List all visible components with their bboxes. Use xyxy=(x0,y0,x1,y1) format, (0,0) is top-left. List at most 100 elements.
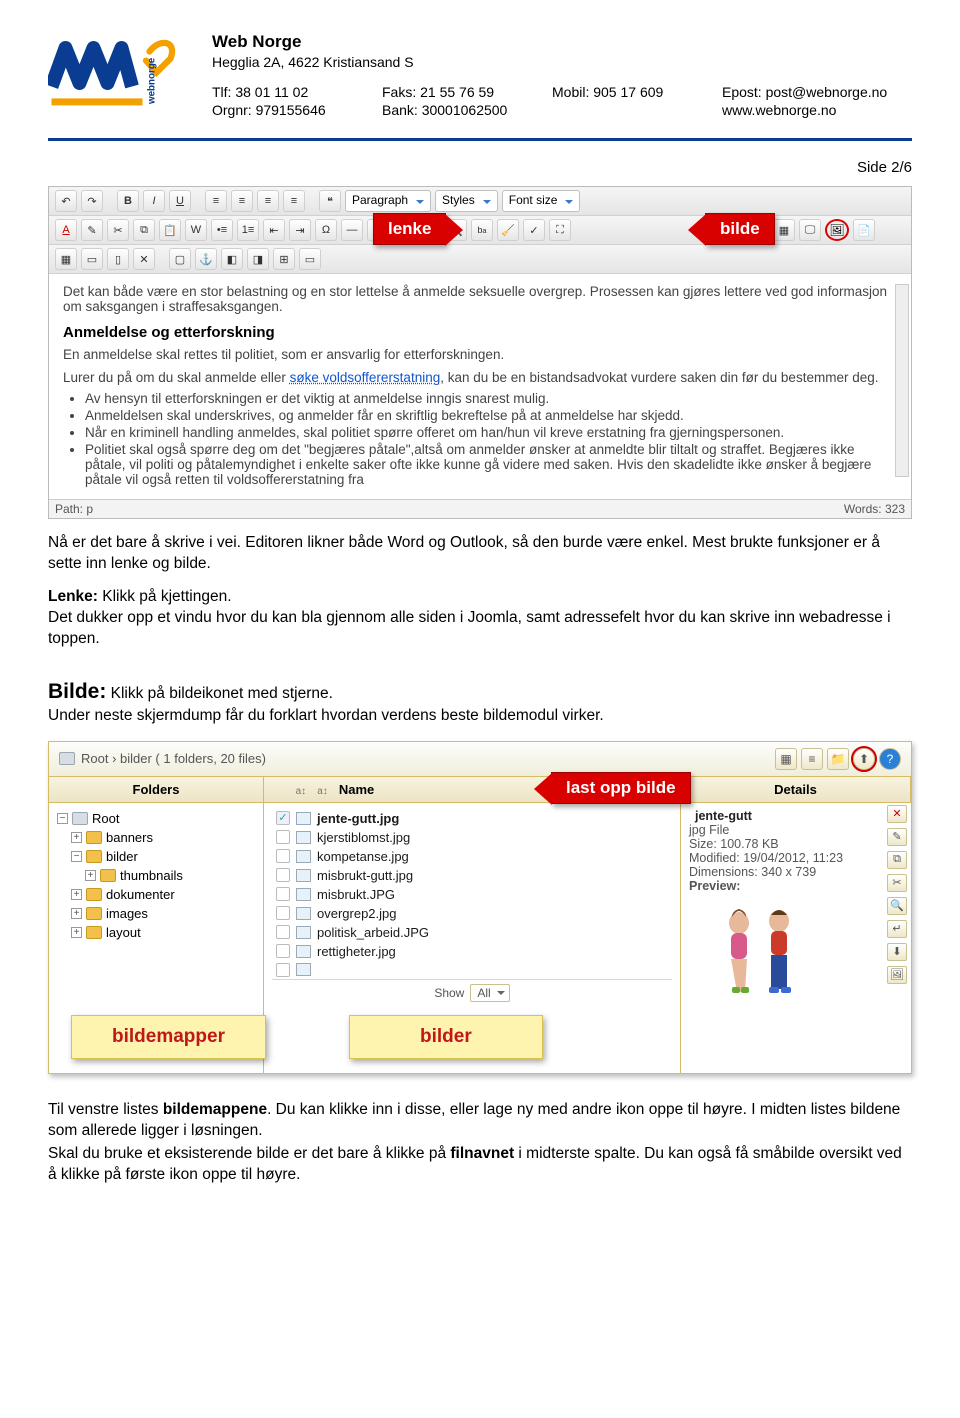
zoom-icon[interactable]: 🔍 xyxy=(887,897,907,915)
table-row-icon[interactable]: ▭ xyxy=(81,248,103,270)
file-row[interactable]: overgrep2.jpg xyxy=(272,904,672,923)
outdent-icon[interactable]: ⇤ xyxy=(263,219,285,241)
editor-inline-link[interactable]: søke voldsoffererstatning xyxy=(290,370,441,385)
file-row[interactable]: politisk_arbeid.JPG xyxy=(272,923,672,942)
template-icon[interactable]: ⊞ xyxy=(273,248,295,270)
fontsize-dropdown[interactable]: Font size xyxy=(502,190,581,212)
blockquote-icon[interactable]: ❝ xyxy=(319,190,341,212)
view-grid-icon[interactable]: ▦ xyxy=(775,748,797,770)
help-icon[interactable]: ? xyxy=(879,748,901,770)
contact-epost: Epost: post@webnorge.no xyxy=(722,84,912,100)
file-row[interactable]: kjerstiblomst.jpg xyxy=(272,828,672,847)
editor-content-area[interactable]: Det kan både være en stor belastning og … xyxy=(49,274,911,499)
checkbox-icon[interactable] xyxy=(276,830,290,844)
tree-dokumenter[interactable]: +dokumenter xyxy=(57,885,255,904)
tree-images[interactable]: +images xyxy=(57,904,255,923)
preview-icon[interactable]: ◨ xyxy=(247,248,269,270)
fullscreen-icon[interactable]: ⛶ xyxy=(549,219,571,241)
table-col-icon[interactable]: ▯ xyxy=(107,248,129,270)
file-row[interactable]: misbrukt-gutt.jpg xyxy=(272,866,672,885)
editor-scrollbar[interactable] xyxy=(895,284,909,477)
body-text-block-2: Bilde: Klikk på bildeikonet med stjerne.… xyxy=(48,678,912,727)
div-icon[interactable]: ▭ xyxy=(299,248,321,270)
copy-icon[interactable]: ⧉ xyxy=(887,851,907,869)
paragraph-dropdown[interactable]: Paragraph xyxy=(345,190,431,212)
table-insert-icon[interactable]: ▦ xyxy=(55,248,77,270)
forecolor-icon[interactable]: A xyxy=(55,219,77,241)
align-right-icon[interactable]: ≡ xyxy=(257,190,279,212)
thumb-icon xyxy=(296,907,311,920)
letterhead-text: Web Norge Hegglia 2A, 4622 Kristiansand … xyxy=(212,28,912,118)
file-row[interactable]: kompetanse.jpg xyxy=(272,847,672,866)
align-justify-icon[interactable]: ≡ xyxy=(283,190,305,212)
detail-filename: jente-gutt xyxy=(695,809,752,823)
redo-icon[interactable]: ↷ xyxy=(81,190,103,212)
table-del-icon[interactable]: ✕ xyxy=(133,248,155,270)
checkbox-icon[interactable] xyxy=(276,849,290,863)
tree-thumbnails[interactable]: +thumbnails xyxy=(57,866,255,885)
thumb-icon xyxy=(296,945,311,958)
upload-icon[interactable]: ⬆ xyxy=(853,748,875,770)
list-ul-icon[interactable]: •≡ xyxy=(211,219,233,241)
styles-dropdown[interactable]: Styles xyxy=(435,190,498,212)
copy-icon[interactable]: ⧉ xyxy=(133,219,155,241)
annotation-lenke: lenke xyxy=(373,213,446,245)
view-list-icon[interactable]: ≡ xyxy=(801,748,823,770)
delete-icon[interactable]: ✕ xyxy=(887,805,907,823)
paste-word-icon[interactable]: W xyxy=(185,219,207,241)
editor-bullet-2: Anmeldelsen skal underskrives, og anmeld… xyxy=(85,408,897,423)
file-row[interactable]: rettigheter.jpg xyxy=(272,942,672,961)
files-pagination: Show All xyxy=(272,979,672,1006)
company-name: Web Norge xyxy=(212,32,912,52)
detail-modified: Modified: 19/04/2012, 11:23 xyxy=(689,851,903,865)
backcolor-icon[interactable]: ✎ xyxy=(81,219,103,241)
table-icon[interactable]: ▦ xyxy=(773,219,795,241)
checkbox-icon[interactable] xyxy=(276,868,290,882)
undo-icon[interactable]: ↶ xyxy=(55,190,77,212)
insert-icon[interactable]: ↵ xyxy=(887,920,907,938)
tree-root[interactable]: −Root xyxy=(57,809,255,828)
checkbox-icon[interactable] xyxy=(276,944,290,958)
spellcheck-icon[interactable]: ✓ xyxy=(523,219,545,241)
annotation-bilde: bilde xyxy=(705,213,775,245)
layer-icon[interactable]: ▢ xyxy=(169,248,191,270)
italic-icon[interactable]: I xyxy=(143,190,165,212)
rename-icon[interactable]: ✎ xyxy=(887,828,907,846)
checkbox-icon[interactable] xyxy=(276,887,290,901)
bold-icon[interactable]: B xyxy=(117,190,139,212)
code-icon[interactable]: ◧ xyxy=(221,248,243,270)
anchor-icon[interactable]: ⚓ xyxy=(195,248,217,270)
specialchar-icon[interactable]: Ω xyxy=(315,219,337,241)
checkbox-icon[interactable] xyxy=(276,963,290,977)
list-ol-icon[interactable]: 1≡ xyxy=(237,219,259,241)
underline-icon[interactable]: U xyxy=(169,190,191,212)
paste-icon[interactable]: 📋 xyxy=(159,219,181,241)
file-icon[interactable]: 📄 xyxy=(853,219,875,241)
file-row[interactable]: ✓jente-gutt.jpg xyxy=(272,809,672,828)
image-button-highlight[interactable]: 🖼 xyxy=(825,219,849,241)
media-icon[interactable]: 🖵 xyxy=(799,219,821,241)
download-icon[interactable]: ⬇ xyxy=(887,943,907,961)
cut-icon[interactable]: ✂ xyxy=(887,874,907,892)
align-center-icon[interactable]: ≡ xyxy=(231,190,253,212)
tree-bilder[interactable]: −bilder xyxy=(57,847,255,866)
checkbox-icon[interactable] xyxy=(276,906,290,920)
hr-icon[interactable]: — xyxy=(341,219,363,241)
removeformat-icon[interactable]: 🧹 xyxy=(497,219,519,241)
tree-layout[interactable]: +layout xyxy=(57,923,255,942)
file-row[interactable] xyxy=(272,961,672,979)
edit-image-icon[interactable]: 🖼 xyxy=(887,966,907,984)
checkbox-icon[interactable]: ✓ xyxy=(276,811,290,825)
tree-banners[interactable]: +banners xyxy=(57,828,255,847)
indent-icon[interactable]: ⇥ xyxy=(289,219,311,241)
file-row[interactable]: misbrukt.JPG xyxy=(272,885,672,904)
checkbox-icon[interactable] xyxy=(276,925,290,939)
align-left-icon[interactable]: ≡ xyxy=(205,190,227,212)
cut-icon[interactable]: ✂ xyxy=(107,219,129,241)
new-folder-icon[interactable]: 📁 xyxy=(827,748,849,770)
detail-dimensions: Dimensions: 340 x 739 xyxy=(689,865,903,879)
replace-icon[interactable]: ba xyxy=(471,219,493,241)
file-name: kjerstiblomst.jpg xyxy=(317,830,410,845)
show-dropdown[interactable]: All xyxy=(470,984,509,1002)
fb-topbar: Root › bilder ( 1 folders, 20 files) ▦ ≡… xyxy=(49,742,911,777)
